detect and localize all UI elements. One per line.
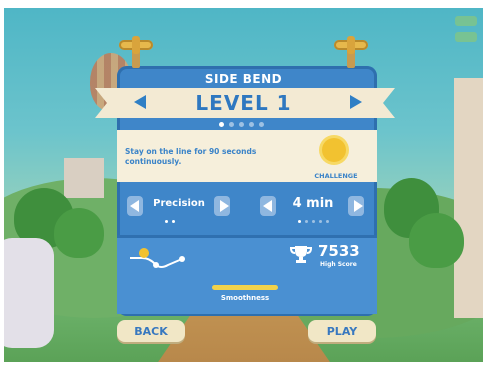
page-dot — [239, 122, 244, 127]
tree — [54, 208, 104, 258]
play-button[interactable]: PLAY — [308, 320, 376, 342]
chevron-left-icon — [263, 200, 272, 212]
track-name: SIDE BEND — [204, 72, 283, 86]
chevron-right-icon — [220, 200, 229, 212]
page-dot — [249, 122, 254, 127]
page-dot — [312, 220, 315, 223]
track-path-icon — [130, 248, 185, 268]
time-page-dots — [298, 220, 329, 223]
back-button[interactable]: BACK — [117, 320, 185, 342]
propeller-icon — [334, 36, 368, 54]
link-icon[interactable] — [455, 16, 477, 26]
tower-building — [4, 238, 54, 348]
page-dot — [172, 220, 175, 223]
mode-page-dots — [165, 220, 175, 223]
page-dot — [229, 122, 234, 127]
page-dot — [326, 220, 329, 223]
link-icon[interactable] — [455, 32, 477, 42]
tree — [409, 213, 464, 268]
mode-value: Precision — [153, 198, 205, 209]
sun-badge-icon — [322, 138, 346, 162]
challenge-label: CHALLENGE — [314, 172, 358, 180]
chevron-left-icon — [130, 200, 139, 212]
page-dot — [259, 122, 264, 127]
page-dot — [298, 220, 301, 223]
chevron-right-icon — [354, 200, 363, 212]
castle-tower — [64, 158, 104, 198]
smoothness-bar — [212, 285, 278, 290]
page-dot — [319, 220, 322, 223]
high-score-value: 7533 — [318, 242, 360, 260]
trophy-icon — [290, 246, 312, 263]
smoothness-label: Smoothness — [220, 294, 270, 302]
page-dot — [305, 220, 308, 223]
page-dot — [165, 220, 168, 223]
high-score-label: High Score — [320, 261, 357, 268]
propeller-icon — [119, 36, 153, 54]
challenge-text: Stay on the line for 90 seconds continuo… — [125, 147, 257, 166]
back-button-label: BACK — [134, 324, 168, 338]
play-button-label: PLAY — [326, 324, 358, 338]
page-dot — [219, 122, 224, 127]
time-value: 4 min — [292, 196, 334, 211]
level-label: LEVEL 1 — [195, 91, 292, 115]
level-page-dots — [219, 122, 264, 127]
